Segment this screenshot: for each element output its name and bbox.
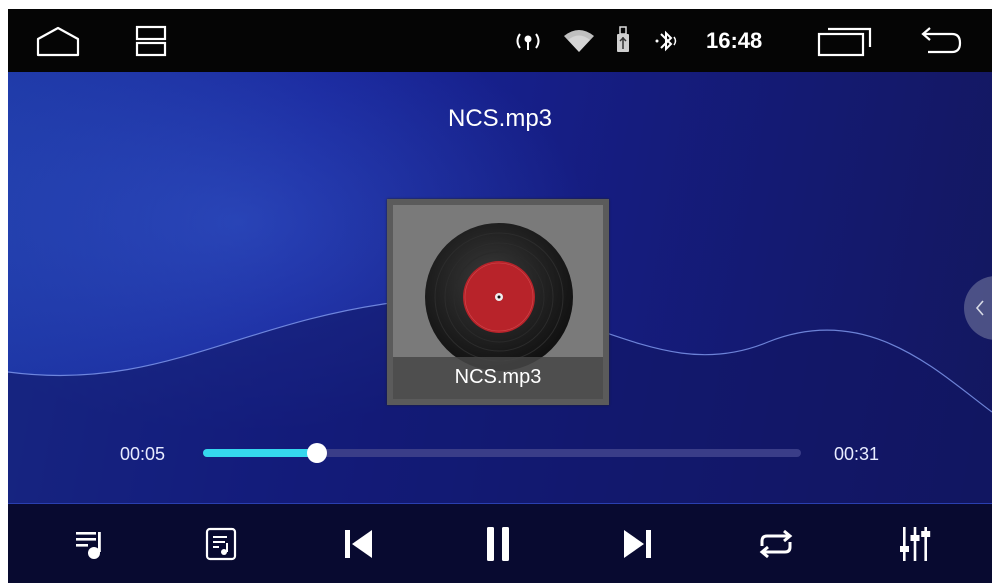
split-screen-icon[interactable] bbox=[132, 23, 170, 59]
usb-icon bbox=[614, 25, 632, 55]
playlist-button[interactable] bbox=[66, 522, 114, 566]
next-icon bbox=[624, 530, 651, 558]
repeat-icon bbox=[759, 529, 793, 559]
progress-bar[interactable] bbox=[203, 443, 801, 463]
next-button[interactable] bbox=[614, 522, 662, 566]
playlist-icon bbox=[76, 532, 101, 559]
album-art: NCS.mp3 bbox=[387, 199, 609, 405]
album-caption: NCS.mp3 bbox=[454, 366, 542, 388]
home-icon[interactable] bbox=[34, 23, 82, 59]
lyrics-icon bbox=[205, 527, 237, 561]
progress-knob[interactable] bbox=[306, 443, 327, 463]
now-playing-area: NCS.mp3 NCS.mp3 00:05 00:31 bbox=[8, 72, 992, 503]
recent-apps-icon[interactable] bbox=[816, 23, 874, 59]
lyrics-button[interactable] bbox=[197, 522, 245, 566]
chevron-left-icon bbox=[975, 300, 984, 316]
equalizer-button[interactable] bbox=[891, 522, 939, 566]
total-duration: 00:31 bbox=[834, 444, 880, 464]
elapsed-time: 00:05 bbox=[120, 444, 166, 464]
back-icon[interactable] bbox=[917, 23, 965, 59]
previous-icon bbox=[345, 530, 372, 558]
equalizer-icon bbox=[900, 527, 931, 561]
repeat-button[interactable] bbox=[752, 522, 800, 566]
status-bar: 16:48 bbox=[8, 9, 992, 72]
progress-fill bbox=[203, 449, 317, 457]
album-caption-bar: NCS.mp3 bbox=[393, 357, 603, 399]
playback-controls bbox=[8, 503, 992, 583]
pause-icon bbox=[487, 527, 509, 561]
previous-button[interactable] bbox=[334, 522, 382, 566]
bluetooth-icon bbox=[653, 27, 679, 55]
hotspot-icon bbox=[511, 29, 545, 53]
track-title: NCS.mp3 bbox=[447, 105, 553, 132]
music-player-screen: 16:48 NCS.mp3 NCS.mp3 00:05 00:31 bbox=[8, 9, 992, 583]
pause-button[interactable] bbox=[474, 522, 522, 566]
wifi-icon bbox=[563, 27, 595, 55]
status-clock: 16:48 bbox=[706, 28, 763, 53]
